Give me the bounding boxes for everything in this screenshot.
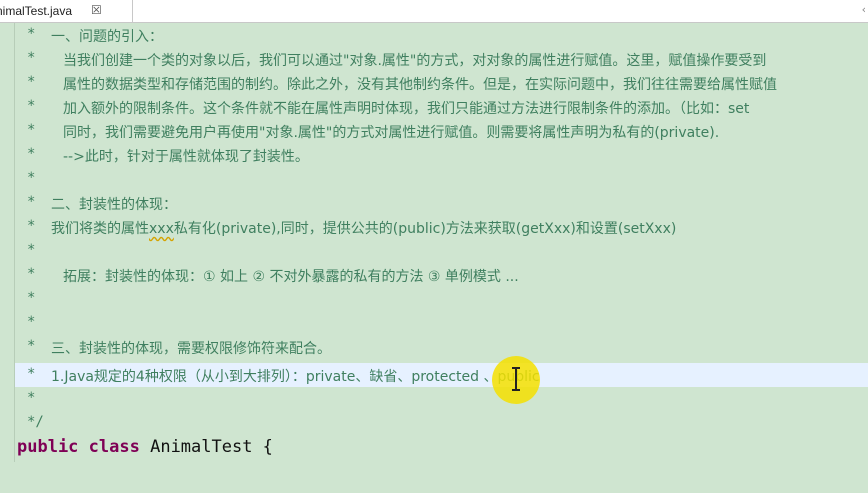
code-line: * — [27, 314, 36, 330]
current-line: * 1.Java规定的4种权限（从小到大排列）：private、缺省、prote… — [15, 363, 868, 387]
code-line: */ — [27, 414, 44, 430]
spell-warning: xxx — [149, 221, 174, 237]
code-line: * 加入额外的限制条件。这个条件就不能在属性声明时体现，我们只能通过方法进行限制… — [27, 98, 750, 117]
close-icon[interactable]: ☒ — [91, 3, 102, 17]
code-line: * — [27, 390, 36, 406]
editor-tab-bar: nimalTest.java ☒ ‹ — [0, 0, 868, 23]
code-line: * 同时，我们需要避免用户再使用"对象.属性"的方式对属性进行赋值。则需要将属性… — [27, 122, 720, 141]
code-line: * -->此时，针对于属性就体现了封装性。 — [27, 146, 309, 165]
code-line: public class AnimalTest { — [15, 436, 868, 460]
code-line: * — [27, 170, 36, 186]
code-line: * 属性的数据类型和存储范围的制约。除此之外，没有其他制约条件。但是，在实际问题… — [27, 74, 777, 93]
comment-text: 同时，我们需要避免用户再使用"对象.属性"的方式对属性进行赋值。则需要将属性声明… — [63, 125, 720, 141]
code-line: * 二、封装性的体现： — [27, 194, 177, 213]
comment-text: 加入额外的限制条件。这个条件就不能在属性声明时体现，我们只能通过方法进行限制条件… — [63, 101, 750, 117]
comment-text: 二、封装性的体现： — [51, 197, 177, 213]
code-line: * 我们将类的属性xxx私有化(private),同时，提供公共的(public… — [27, 218, 677, 237]
comment-text: 1.Java规定的4种权限（从小到大排列）：private、缺省、protect… — [51, 369, 540, 385]
comment-text: -->此时，针对于属性就体现了封装性。 — [63, 149, 309, 165]
text-cursor-icon — [512, 367, 520, 391]
code-line: * 一、问题的引入： — [27, 26, 163, 45]
code-line: * 拓展：封装性的体现：① 如上 ② 不对外暴露的私有的方法 ③ 单例模式 ..… — [27, 266, 519, 285]
comment-text: 拓展：封装性的体现：① 如上 ② 不对外暴露的私有的方法 ③ 单例模式 ... — [63, 269, 519, 285]
line-gutter — [0, 23, 15, 462]
scroll-indicator-icon: ‹ — [861, 3, 866, 16]
comment-text: 当我们创建一个类的对象以后，我们可以通过"对象.属性"的方式，对对象的属性进行赋… — [63, 53, 767, 69]
comment-text: 一、问题的引入： — [51, 29, 163, 45]
tab-animaltest-java[interactable]: nimalTest.java ☒ — [0, 0, 133, 22]
comment-text: 三、封装性的体现，需要权限修饰符来配合。 — [51, 341, 331, 357]
code-line: * 当我们创建一个类的对象以后，我们可以通过"对象.属性"的方式，对对象的属性进… — [27, 50, 767, 69]
tab-title: nimalTest.java — [0, 4, 73, 18]
code-line: * — [27, 242, 36, 258]
code-line: * — [27, 290, 36, 306]
code-line: * 三、封装性的体现，需要权限修饰符来配合。 — [27, 338, 331, 357]
comment-text: 我们将类的属性xxx私有化(private),同时，提供公共的(public)方… — [51, 221, 677, 237]
comment-text: 属性的数据类型和存储范围的制约。除此之外，没有其他制约条件。但是，在实际问题中，… — [63, 77, 777, 93]
code-editor[interactable]: * 一、问题的引入： * 当我们创建一个类的对象以后，我们可以通过"对象.属性"… — [15, 23, 868, 462]
class-declaration: public class AnimalTest { — [17, 437, 273, 457]
